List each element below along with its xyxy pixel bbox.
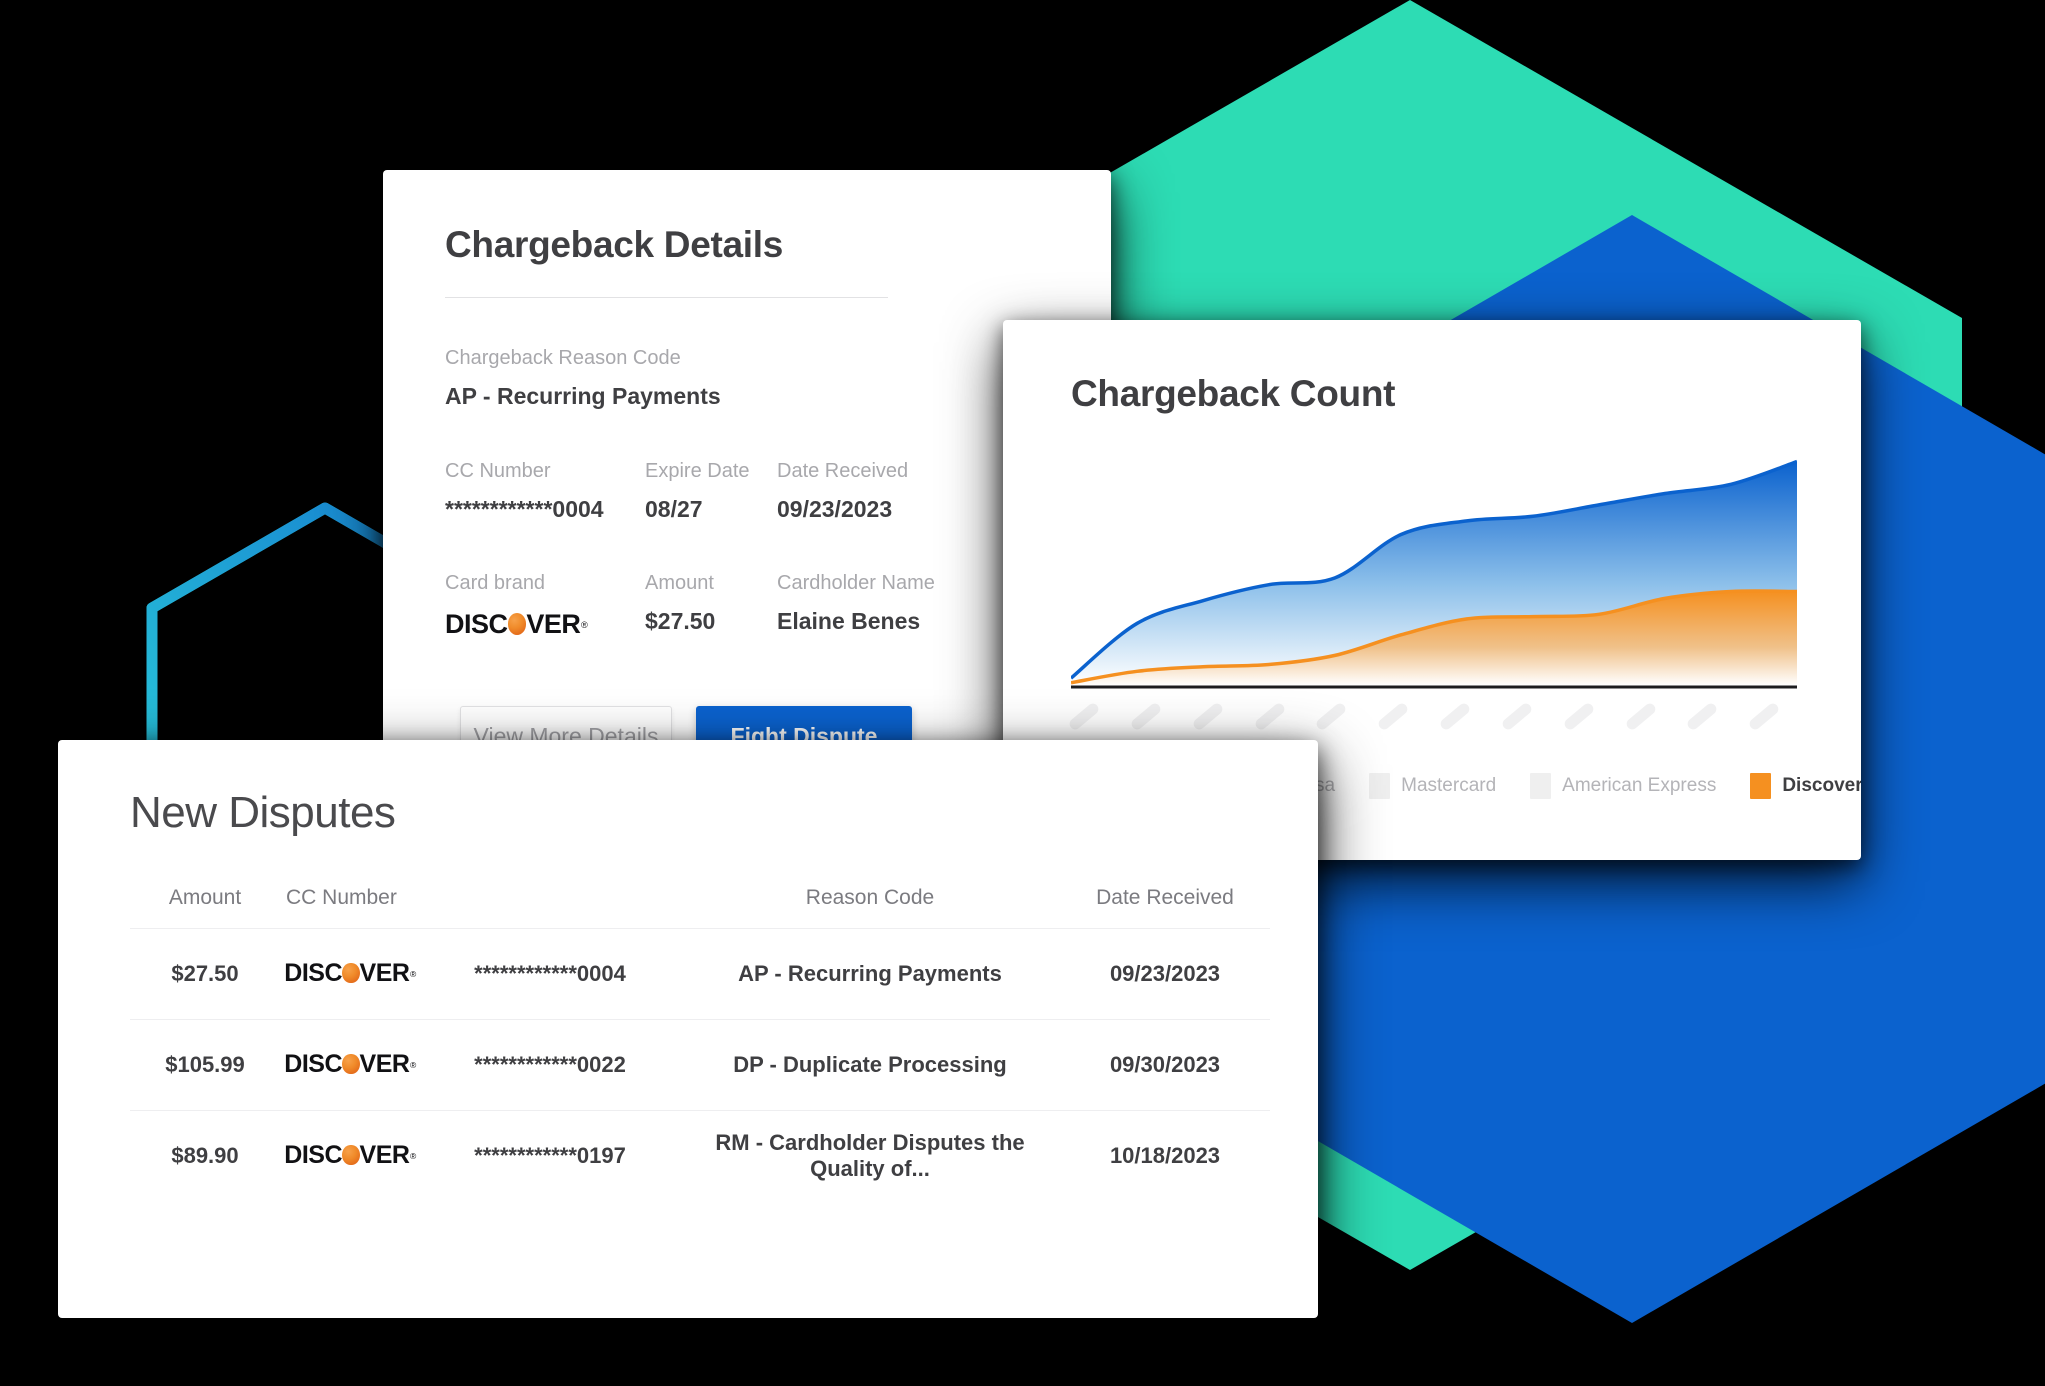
field-cc-number: CC Number ************0004 <box>445 459 645 524</box>
x-axis-tick-placeholder <box>1067 701 1101 732</box>
cell-reason-code: AP - Recurring Payments <box>680 928 1060 1020</box>
cell-card-brand: DISC VER ® <box>280 928 420 1020</box>
x-axis-tick-placeholder <box>1376 701 1410 732</box>
chart-x-axis-ticks <box>1063 701 1805 739</box>
title-divider <box>445 297 888 298</box>
discover-orange-circle-icon <box>342 1053 360 1074</box>
x-axis-tick-placeholder <box>1500 701 1534 732</box>
cell-amount: $27.50 <box>130 928 280 1020</box>
x-axis-tick-placeholder <box>1747 701 1781 732</box>
x-axis-tick-placeholder <box>1438 701 1472 732</box>
card-brand-value: DISC VER ® <box>445 611 645 640</box>
legend-label: American Express <box>1562 775 1717 796</box>
x-axis-tick-placeholder <box>1129 701 1163 732</box>
new-disputes-card: New Disputes Amount CC Number Reason Cod… <box>58 740 1318 1318</box>
discover-orange-circle-icon <box>342 962 360 983</box>
reason-code-value: AP - Recurring Payments <box>445 383 721 409</box>
cell-card-brand: DISC VER ® <box>280 1111 420 1202</box>
table-row[interactable]: $89.90 DISC VER ® ************0197 RM - Cardh… <box>130 1111 1270 1202</box>
field-row-payment-info: Card brand DISC VER ® Amount $27.50 Cardho… <box>445 571 1049 640</box>
cell-cc-number: ************0022 <box>420 1019 680 1111</box>
legend-swatch-icon <box>1530 773 1552 799</box>
amount-value: $27.50 <box>645 608 716 635</box>
cell-date-received: 10/18/2023 <box>1109 1143 1221 1168</box>
field-amount: Amount $27.50 <box>645 571 777 640</box>
amount-label: Amount <box>645 572 714 595</box>
cardholder-name-label: Cardholder Name <box>777 572 935 595</box>
expire-date-value: 08/27 <box>645 495 703 522</box>
field-row-card-info: CC Number ************0004 Expire Date 0… <box>445 459 1049 524</box>
cell-cc-number: ************0197 <box>474 1143 626 1168</box>
cell-cc-number: ************0004 <box>420 928 680 1020</box>
table-row[interactable]: $27.50 DISC VER ® ************0004 AP - Recur… <box>130 928 1270 1020</box>
legend-swatch-icon <box>1750 773 1772 799</box>
chargeback-details-title: Chargeback Details <box>445 224 784 265</box>
x-axis-tick-placeholder <box>1685 701 1719 732</box>
reason-code-label: Chargeback Reason Code <box>445 347 681 369</box>
new-disputes-table: Amount CC Number Reason Code Date Receiv… <box>130 886 1270 1201</box>
table-header-row: Amount CC Number Reason Code Date Receiv… <box>130 886 1270 929</box>
card-brand-label: Card brand <box>445 572 546 595</box>
column-header-date-received[interactable]: Date Received <box>1060 886 1270 929</box>
discover-orange-circle-icon <box>507 612 527 635</box>
expire-date-label: Expire Date <box>645 459 750 482</box>
screenshot-stage: Chargeback Details Chargeback Reason Cod… <box>0 0 2045 1386</box>
discover-logo: DISC VER ® <box>445 609 588 640</box>
legend-label: Mastercard <box>1401 775 1497 796</box>
cell-amount: $89.90 <box>171 1143 239 1168</box>
discover-orange-circle-icon <box>342 1144 360 1165</box>
cardholder-name-value: Elaine Benes <box>777 608 921 635</box>
discover-logo: DISC VER ® <box>284 959 416 987</box>
field-cardholder-name: Cardholder Name Elaine Benes <box>777 571 1007 640</box>
chargeback-details-card: Chargeback Details Chargeback Reason Cod… <box>383 170 1111 812</box>
cell-reason-code: RM - Cardholder Disputes the Quality of.… <box>715 1130 1025 1181</box>
legend-item-american-express[interactable]: American Express <box>1530 773 1716 799</box>
new-disputes-title: New Disputes <box>130 788 396 837</box>
field-card-brand: Card brand DISC VER ® <box>445 571 645 640</box>
legend-item-mastercard[interactable]: Mastercard <box>1369 773 1496 799</box>
cell-card-brand: DISC VER ® <box>280 1019 420 1111</box>
legend-label: Discover <box>1782 775 1861 796</box>
cell-amount: $105.99 <box>130 1019 280 1111</box>
cell-date-received: 09/30/2023 <box>1060 1019 1270 1111</box>
column-header-amount[interactable]: Amount <box>130 886 280 929</box>
field-reason-code: Chargeback Reason Code AP - Recurring Pa… <box>445 346 1049 411</box>
table-row[interactable]: $105.99 DISC VER ® ************0022 DP - Dupl… <box>130 1019 1270 1111</box>
discover-logo: DISC VER ® <box>284 1050 416 1078</box>
column-header-cc-number[interactable]: CC Number <box>280 886 420 929</box>
x-axis-tick-placeholder <box>1314 701 1348 732</box>
cc-number-label: CC Number <box>445 459 551 482</box>
cell-reason-code: DP - Duplicate Processing <box>680 1019 1060 1111</box>
field-expire-date: Expire Date 08/27 <box>645 459 777 524</box>
discover-logo: DISC VER ® <box>284 1141 416 1169</box>
cell-date-received: 09/23/2023 <box>1060 928 1270 1020</box>
x-axis-tick-placeholder <box>1623 701 1658 732</box>
date-received-value: 09/23/2023 <box>777 495 893 522</box>
cc-number-value: ************0004 <box>445 495 604 522</box>
legend-swatch-icon <box>1369 773 1391 799</box>
field-date-received: Date Received 09/23/2023 <box>777 459 1007 524</box>
legend-item-discover[interactable]: Discover <box>1750 773 1861 799</box>
chargeback-area-chart <box>1069 453 1798 689</box>
x-axis-tick-placeholder <box>1562 701 1596 732</box>
x-axis-tick-placeholder <box>1191 701 1225 732</box>
column-header-spacer <box>420 886 680 929</box>
x-axis-tick-placeholder <box>1252 701 1287 732</box>
column-header-reason-code[interactable]: Reason Code <box>680 886 1060 929</box>
date-received-label: Date Received <box>777 459 909 482</box>
area-chart-svg <box>1069 459 1798 689</box>
chargeback-count-title: Chargeback Count <box>1071 373 1396 414</box>
